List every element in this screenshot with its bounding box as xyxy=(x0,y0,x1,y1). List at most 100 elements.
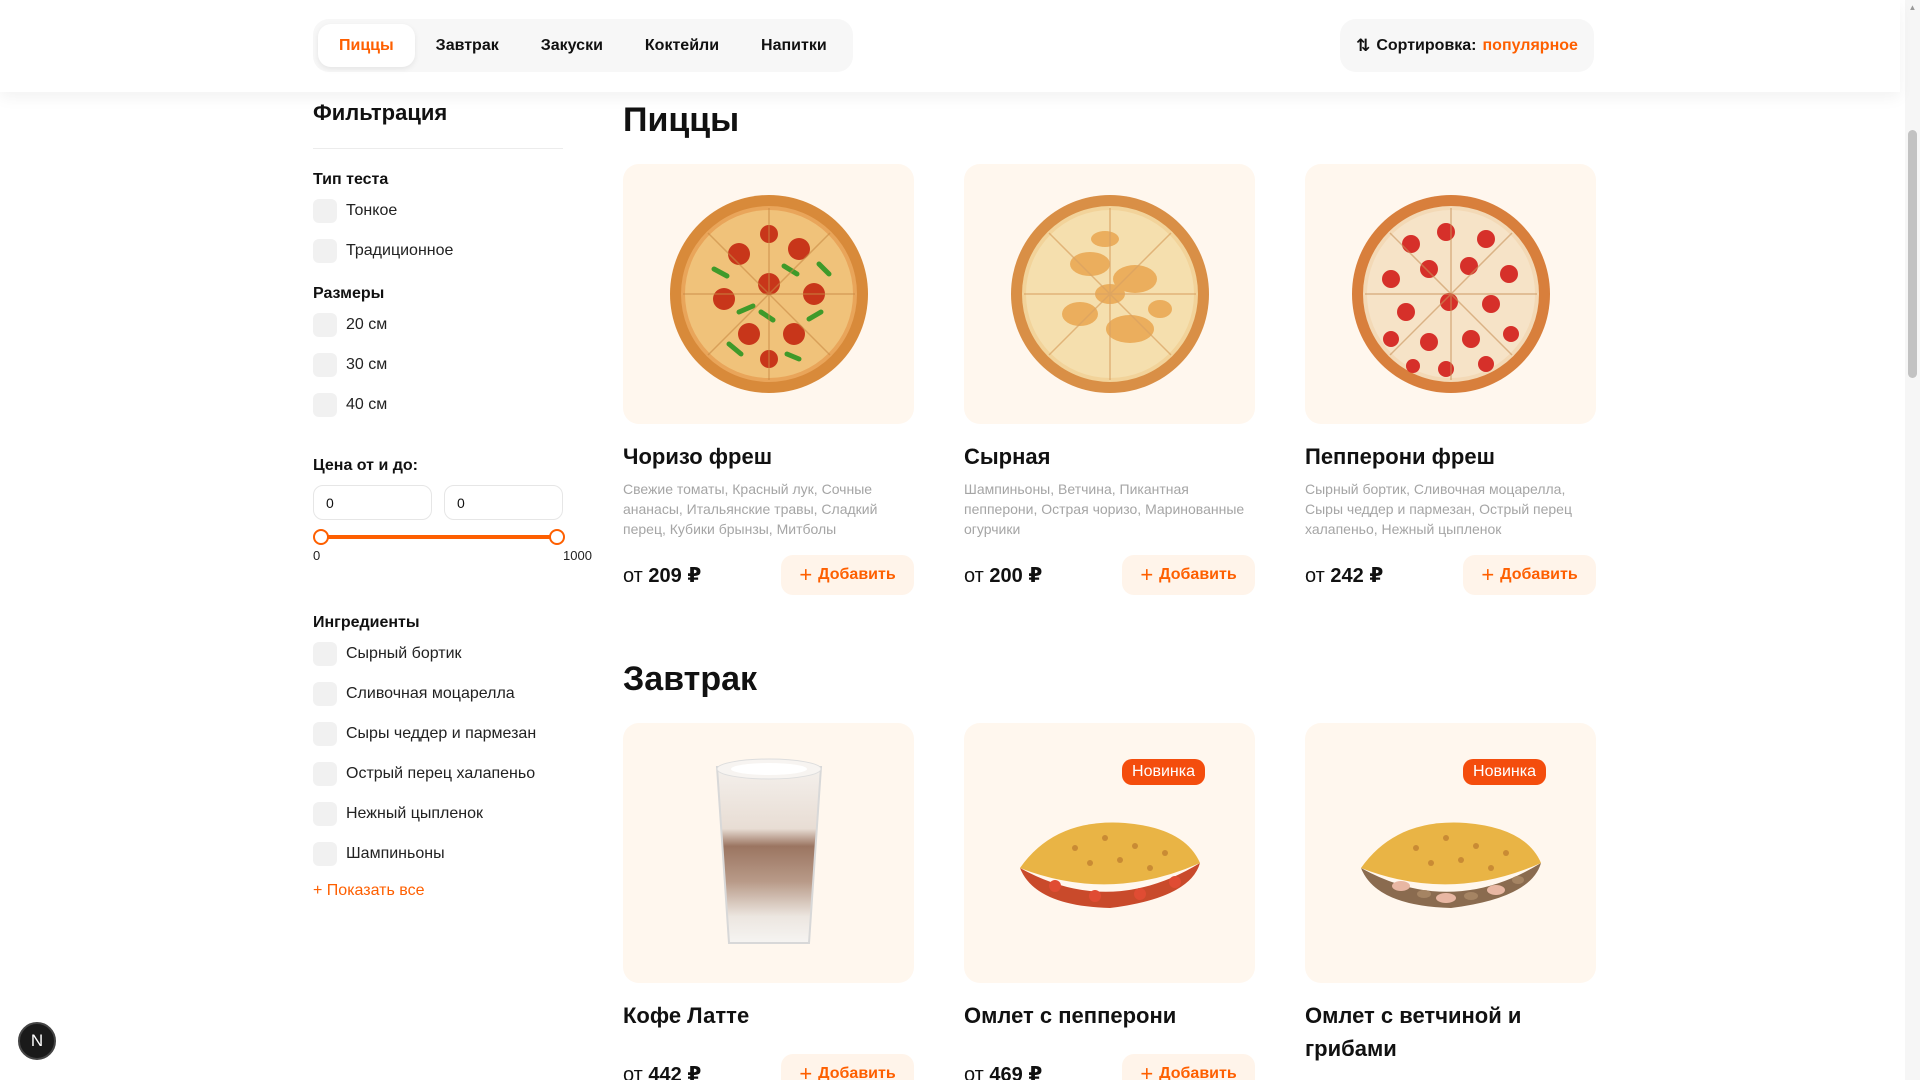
product-name: Омлет с ветчиной и грибами xyxy=(1305,1003,1522,1061)
price-from-input[interactable] xyxy=(313,485,432,520)
omelette-ham-image xyxy=(1360,822,1541,908)
product-list: Пиццы Чоризо фреш Свежие томаты, Красный… xyxy=(623,96,1598,1080)
product-description: Свежие томаты, Красный лук, Сочные анана… xyxy=(623,481,878,537)
plus-icon: + xyxy=(799,562,813,587)
omelette-pepperoni-image xyxy=(1019,822,1200,908)
ingredient-checkbox[interactable]: Сыры чеддер и пармезан xyxy=(313,722,603,746)
add-to-cart-button[interactable]: + Добавить xyxy=(1122,555,1255,595)
tab-snacks[interactable]: Закуски xyxy=(520,24,624,67)
price-range-slider[interactable] xyxy=(313,529,565,545)
slider-max-label: 1000 xyxy=(563,548,592,563)
price-value: 209 ₽ xyxy=(648,564,702,587)
add-to-cart-button[interactable]: + Добавить xyxy=(781,1054,914,1080)
size-checkbox-30[interactable]: 30 см xyxy=(313,353,603,377)
tab-cocktails[interactable]: Коктейли xyxy=(624,24,740,67)
product-card[interactable]: Кофе Латте от 442 ₽ + Добавить xyxy=(623,723,914,1080)
add-button-label: Добавить xyxy=(1500,566,1578,583)
price-value: 442 ₽ xyxy=(648,1063,702,1080)
price-prefix: от xyxy=(964,564,984,587)
ingredient-checkbox[interactable]: Сырный бортик xyxy=(313,642,603,666)
checkbox-box[interactable] xyxy=(313,762,337,786)
checkbox-label: Нежный цыпленок xyxy=(346,805,483,822)
product-image-box[interactable]: Новинка xyxy=(1305,723,1596,983)
product-description: Шампиньоны, Ветчина, Пикантная пепперони… xyxy=(964,481,1245,537)
product-footer: от 209 ₽ + Добавить xyxy=(623,555,914,595)
ingredient-checkbox[interactable]: Острый перец халапеньо xyxy=(313,762,603,786)
checkbox-box[interactable] xyxy=(313,682,337,706)
checkbox-box[interactable] xyxy=(313,239,337,263)
product-card[interactable]: Сырная Шампиньоны, Ветчина, Пикантная пе… xyxy=(964,164,1255,595)
checkbox-box[interactable] xyxy=(313,642,337,666)
tab-pizzas[interactable]: Пиццы xyxy=(318,24,415,67)
page-scrollbar[interactable]: ▲ xyxy=(1905,0,1920,1080)
checkbox-label: Тонкое xyxy=(346,202,398,219)
scroll-up-icon[interactable]: ▲ xyxy=(1908,3,1917,12)
product-name: Чоризо фреш xyxy=(623,444,773,469)
checkbox-box[interactable] xyxy=(313,313,337,337)
plus-icon: + xyxy=(799,1061,813,1080)
slider-thumb-min[interactable] xyxy=(313,529,329,545)
checkbox-box[interactable] xyxy=(313,199,337,223)
product-card[interactable]: Пепперони фреш Сырный бортик, Сливочная … xyxy=(1305,164,1596,595)
product-description: Сырный бортик, Сливочная моцарелла, Сыры… xyxy=(1305,481,1572,537)
product-card[interactable]: Чоризо фреш Свежие томаты, Красный лук, … xyxy=(623,164,914,595)
product-footer: от 200 ₽ + Добавить xyxy=(964,555,1255,595)
slider-thumb-max[interactable] xyxy=(549,529,565,545)
checkbox-label: 30 см xyxy=(346,356,388,373)
product-grid: Кофе Латте от 442 ₽ + Добавить Новинка О… xyxy=(623,723,1598,1080)
price-to-input[interactable] xyxy=(444,485,563,520)
dough-checkbox-traditional[interactable]: Традиционное xyxy=(313,239,603,263)
filter-sidebar: Фильтрация Тип теста Тонкое Традиционное… xyxy=(313,96,603,900)
top-bar: Пиццы Завтрак Закуски Коктейли Напитки ⇅… xyxy=(0,0,1900,92)
tab-drinks[interactable]: Напитки xyxy=(740,24,848,67)
sort-arrows-icon: ⇅ xyxy=(1356,35,1371,55)
tab-breakfast[interactable]: Завтрак xyxy=(415,24,520,67)
product-image-box[interactable]: Новинка xyxy=(964,723,1255,983)
product-price: от 242 ₽ xyxy=(1305,563,1383,588)
section-title-breakfast: Завтрак xyxy=(623,660,758,698)
scroll-thumb[interactable] xyxy=(1908,130,1917,378)
checkbox-box[interactable] xyxy=(313,353,337,377)
filter-divider xyxy=(313,148,563,149)
price-prefix: от xyxy=(1305,564,1325,587)
price-inputs xyxy=(313,485,603,520)
product-card[interactable]: Новинка Омлет с пепперони от 469 ₽ + Доба… xyxy=(964,723,1255,1080)
pizza-chorizo-image xyxy=(669,195,868,393)
ingredient-checkbox[interactable]: Шампиньоны xyxy=(313,842,603,866)
add-to-cart-button[interactable]: + Добавить xyxy=(781,555,914,595)
dough-type-title: Тип теста xyxy=(313,171,389,188)
checkbox-label: Сыры чеддер и пармезан xyxy=(346,725,537,742)
product-card[interactable]: Новинка Омлет с ветчиной и грибами xyxy=(1305,723,1596,1080)
product-footer: от 469 ₽ + Добавить xyxy=(964,1054,1255,1080)
product-name: Кофе Латте xyxy=(623,1003,750,1028)
product-image-box[interactable] xyxy=(964,164,1255,424)
price-value: 469 ₽ xyxy=(989,1063,1043,1080)
product-price: от 469 ₽ xyxy=(964,1062,1042,1080)
size-checkbox-40[interactable]: 40 см xyxy=(313,393,603,417)
price-range-title: Цена от и до: xyxy=(313,457,418,474)
add-button-label: Добавить xyxy=(1159,1065,1237,1080)
dev-indicator-button[interactable]: N xyxy=(18,1022,56,1060)
checkbox-box[interactable] xyxy=(313,722,337,746)
add-to-cart-button[interactable]: + Добавить xyxy=(1463,555,1596,595)
add-to-cart-button[interactable]: + Добавить xyxy=(1122,1054,1255,1080)
checkbox-label: Традиционное xyxy=(346,242,454,259)
sort-label: Сортировка: xyxy=(1376,36,1477,54)
checkbox-label: Сливочная моцарелла xyxy=(346,685,515,702)
add-button-label: Добавить xyxy=(1159,566,1237,583)
dough-checkbox-thin[interactable]: Тонкое xyxy=(313,199,603,223)
product-price: от 200 ₽ xyxy=(964,563,1042,588)
ingredient-checkbox[interactable]: Сливочная моцарелла xyxy=(313,682,603,706)
checkbox-box[interactable] xyxy=(313,802,337,826)
product-image-box[interactable] xyxy=(623,723,914,983)
checkbox-label: Острый перец халапеньо xyxy=(346,765,536,782)
checkbox-box[interactable] xyxy=(313,393,337,417)
product-image-box[interactable] xyxy=(1305,164,1596,424)
sort-button[interactable]: ⇅ Сортировка: популярное xyxy=(1340,19,1594,72)
product-grid: Чоризо фреш Свежие томаты, Красный лук, … xyxy=(623,164,1598,595)
ingredient-checkbox[interactable]: Нежный цыпленок xyxy=(313,802,603,826)
size-checkbox-20[interactable]: 20 см xyxy=(313,313,603,337)
show-all-link[interactable]: + Показать все xyxy=(313,882,424,900)
checkbox-box[interactable] xyxy=(313,842,337,866)
product-image-box[interactable] xyxy=(623,164,914,424)
